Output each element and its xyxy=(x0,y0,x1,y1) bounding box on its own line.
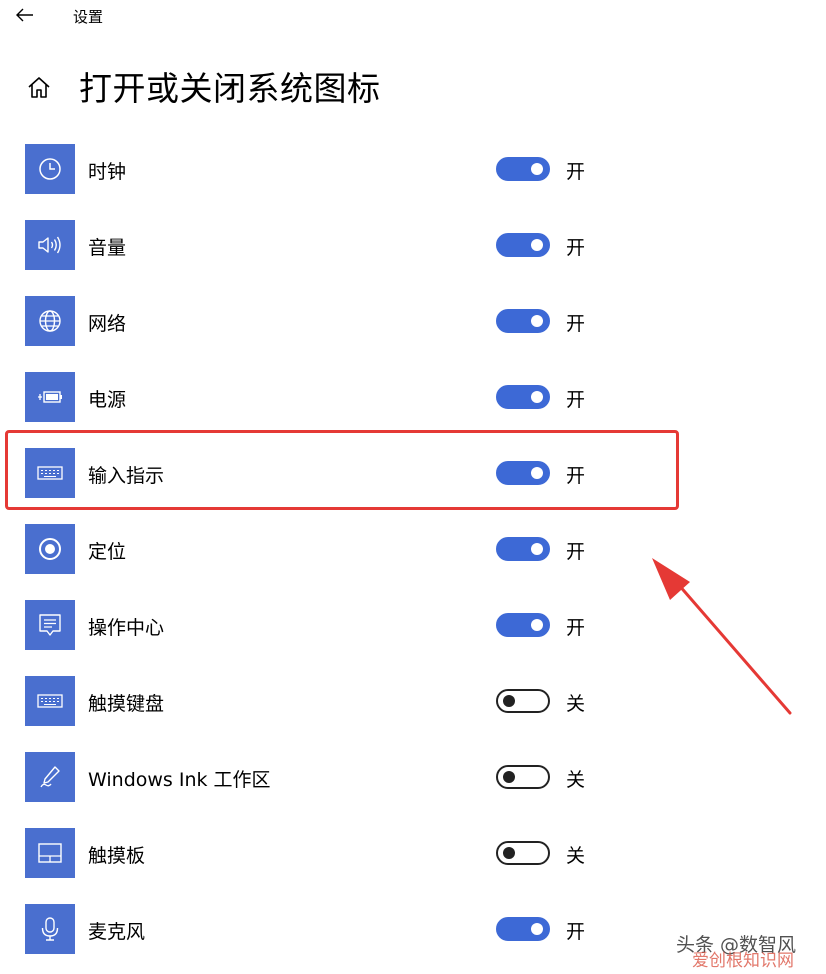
toggle-knob xyxy=(503,695,515,707)
toggle-state: 开 xyxy=(566,541,586,563)
list-item-volume: 音量 开 xyxy=(0,220,700,272)
item-label: 网络 xyxy=(88,313,127,335)
toggle-state: 开 xyxy=(566,237,586,259)
toggle-knob xyxy=(531,315,543,327)
icon-tile xyxy=(25,524,75,574)
app-title: 设置 xyxy=(73,8,104,26)
settings-window: 设置 打开或关闭系统图标 时钟 开 音量 开 网络 开 电源 开 输入指示 开 … xyxy=(0,0,826,974)
item-label: 时钟 xyxy=(88,161,127,183)
watermark-site: 爱创根知识网 xyxy=(692,951,794,971)
item-label: 麦克风 xyxy=(88,921,146,943)
list-item-touchpad: 触摸板 关 xyxy=(0,828,700,880)
toggle-switch[interactable] xyxy=(496,841,550,865)
title-bar: 设置 xyxy=(0,0,826,32)
toggle-state: 关 xyxy=(566,693,586,715)
home-button[interactable] xyxy=(22,70,56,104)
toggle-knob xyxy=(531,543,543,555)
toggle-state: 关 xyxy=(566,845,586,867)
toggle-switch[interactable] xyxy=(496,613,550,637)
toggle-knob xyxy=(531,391,543,403)
item-label: Windows Ink 工作区 xyxy=(88,769,271,791)
toggle-switch[interactable] xyxy=(496,385,550,409)
microphone-icon xyxy=(41,917,59,941)
icon-tile xyxy=(25,448,75,498)
list-item-clock: 时钟 开 xyxy=(0,144,700,196)
page-title: 打开或关闭系统图标 xyxy=(79,69,381,108)
toggle-switch[interactable] xyxy=(496,765,550,789)
item-label: 输入指示 xyxy=(88,465,165,487)
icon-tile xyxy=(25,828,75,878)
toggle-knob xyxy=(503,847,515,859)
icon-tile xyxy=(25,372,75,422)
list-item-power: 电源 开 xyxy=(0,372,700,424)
globe-icon xyxy=(39,310,61,332)
clock-icon xyxy=(39,158,61,180)
touchpad-icon xyxy=(38,843,62,863)
toggle-state: 开 xyxy=(566,161,586,183)
item-label: 触摸键盘 xyxy=(88,693,165,715)
toggle-knob xyxy=(531,163,543,175)
list-item-location: 定位 开 xyxy=(0,524,700,576)
icon-tile xyxy=(25,752,75,802)
icon-tile xyxy=(25,904,75,954)
list-item-touch-keyboard: 触摸键盘 关 xyxy=(0,676,700,728)
icon-tile xyxy=(25,220,75,270)
toggle-state: 开 xyxy=(566,465,586,487)
toggle-knob xyxy=(531,923,543,935)
toggle-knob xyxy=(503,771,515,783)
battery-icon xyxy=(38,391,62,403)
item-label: 操作中心 xyxy=(88,617,165,639)
list-item-windows-ink: Windows Ink 工作区 关 xyxy=(0,752,700,804)
icon-tile xyxy=(25,296,75,346)
toggle-switch[interactable] xyxy=(496,689,550,713)
toggle-switch[interactable] xyxy=(496,309,550,333)
icon-tile xyxy=(25,600,75,650)
toggle-state: 开 xyxy=(566,617,586,639)
toggle-knob xyxy=(531,619,543,631)
item-label: 触摸板 xyxy=(88,845,146,867)
action-center-icon xyxy=(39,614,61,636)
touch-keyboard-icon xyxy=(37,694,63,708)
list-item-action-center: 操作中心 开 xyxy=(0,600,700,652)
toggle-state: 开 xyxy=(566,389,586,411)
toggle-switch[interactable] xyxy=(496,917,550,941)
back-arrow-icon xyxy=(16,8,33,22)
toggle-knob xyxy=(531,467,543,479)
item-label: 电源 xyxy=(88,389,127,411)
toggle-switch[interactable] xyxy=(496,537,550,561)
pen-icon xyxy=(40,766,60,788)
volume-icon xyxy=(38,236,61,254)
toggle-state: 关 xyxy=(566,769,586,791)
toggle-switch[interactable] xyxy=(496,461,550,485)
keyboard-icon xyxy=(37,466,63,480)
toggle-knob xyxy=(531,239,543,251)
list-item-network: 网络 开 xyxy=(0,296,700,348)
list-item-microphone: 麦克风 开 xyxy=(0,904,700,956)
toggle-state: 开 xyxy=(566,921,586,943)
location-icon xyxy=(39,538,61,560)
item-label: 定位 xyxy=(88,541,127,563)
icon-tile xyxy=(25,144,75,194)
item-label: 音量 xyxy=(88,237,127,259)
toggle-switch[interactable] xyxy=(496,233,550,257)
toggle-switch[interactable] xyxy=(496,157,550,181)
toggle-state: 开 xyxy=(566,313,586,335)
back-button[interactable] xyxy=(8,2,42,28)
icon-tile xyxy=(25,676,75,726)
home-icon xyxy=(28,77,50,98)
list-item-input-indicator: 输入指示 开 xyxy=(0,448,700,500)
